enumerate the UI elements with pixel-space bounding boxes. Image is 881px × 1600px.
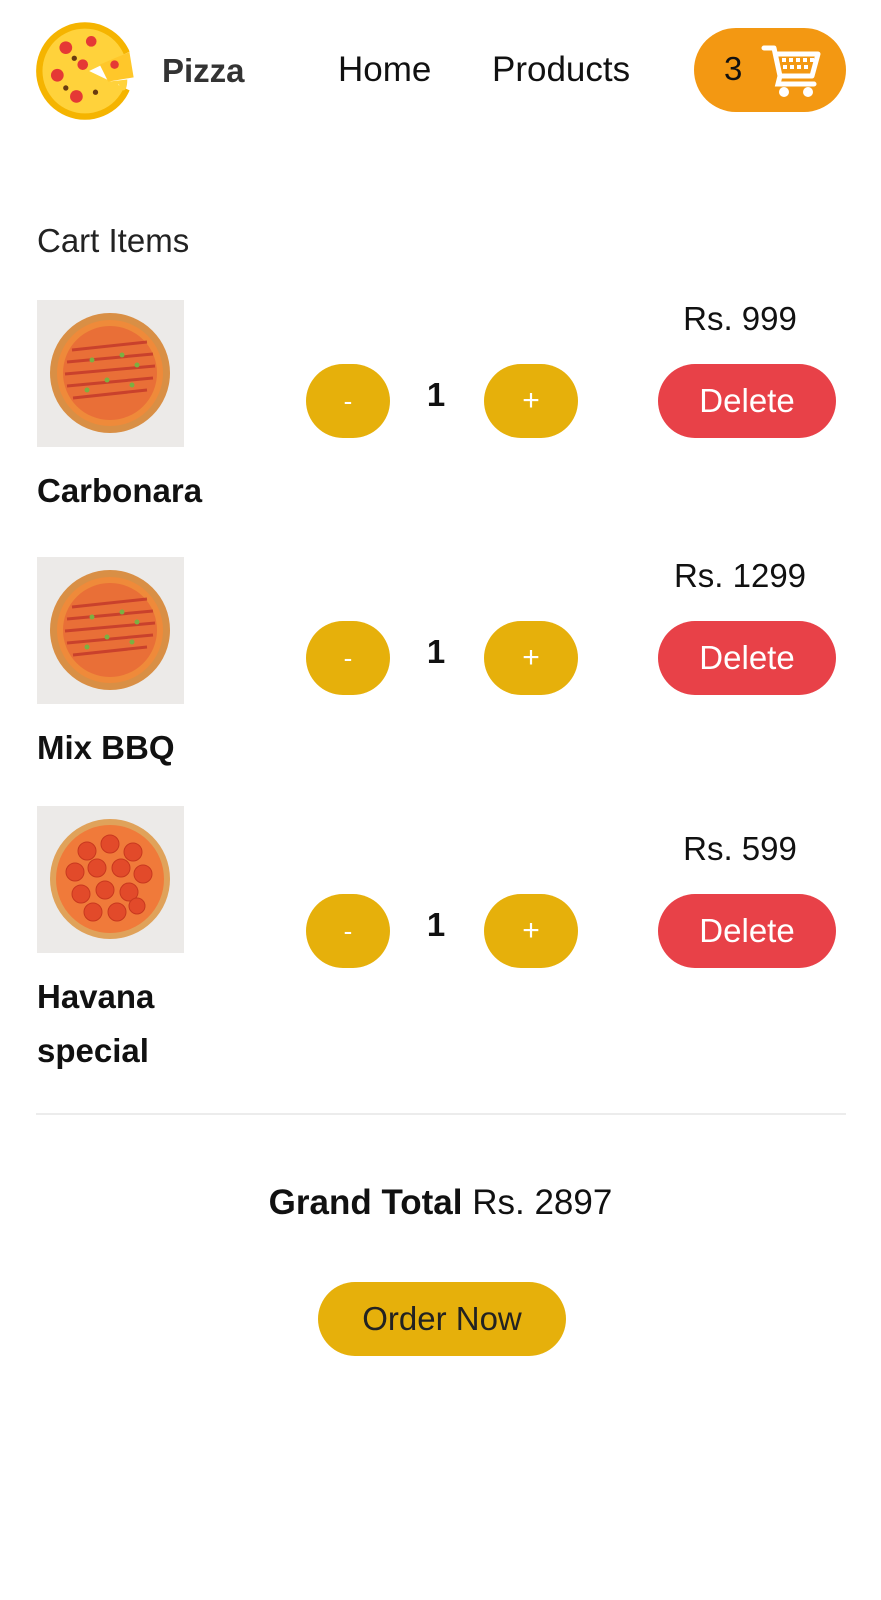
grand-total-label: Grand Total	[268, 1183, 463, 1222]
pizza-image	[37, 300, 184, 447]
item-name: Carbonara	[37, 472, 203, 509]
delete-button[interactable]: Delete	[658, 364, 836, 438]
item-name: Mix BBQ	[37, 729, 175, 766]
increment-button[interactable]: +	[484, 621, 578, 695]
item-name: Havana special	[37, 978, 155, 1069]
quantity-value: 1	[426, 633, 446, 670]
item-price: Rs. 599	[683, 830, 797, 867]
increment-button[interactable]: +	[484, 364, 578, 438]
cart-button[interactable]: 3	[694, 28, 846, 112]
decrement-button[interactable]: -	[306, 894, 390, 968]
decrement-button[interactable]: -	[306, 364, 390, 438]
decrement-button[interactable]: -	[306, 621, 390, 695]
grand-total: Grand Total Rs. 2897	[0, 1183, 881, 1223]
brand-name: Pizza	[162, 52, 245, 89]
quantity-value: 1	[426, 376, 446, 413]
pizza-logo-icon[interactable]	[34, 18, 140, 124]
pizza-image	[37, 557, 184, 704]
divider	[36, 1113, 846, 1115]
shopping-cart-icon	[761, 45, 821, 97]
quantity-value: 1	[426, 906, 446, 943]
nav-home-link[interactable]: Home	[338, 50, 431, 90]
delete-button[interactable]: Delete	[658, 621, 836, 695]
cart-items-heading: Cart Items	[37, 222, 190, 259]
header: Pizza Home Products 3	[0, 0, 881, 140]
grand-total-value: Rs. 2897	[472, 1183, 613, 1222]
order-now-button[interactable]: Order Now	[318, 1282, 566, 1356]
item-price: Rs. 1299	[673, 557, 807, 594]
nav-products-link[interactable]: Products	[492, 50, 630, 90]
pepperoni-pizza-image	[37, 806, 184, 953]
delete-button[interactable]: Delete	[658, 894, 836, 968]
increment-button[interactable]: +	[484, 894, 578, 968]
cart-count-badge: 3	[724, 50, 743, 87]
item-price: Rs. 999	[683, 300, 797, 337]
